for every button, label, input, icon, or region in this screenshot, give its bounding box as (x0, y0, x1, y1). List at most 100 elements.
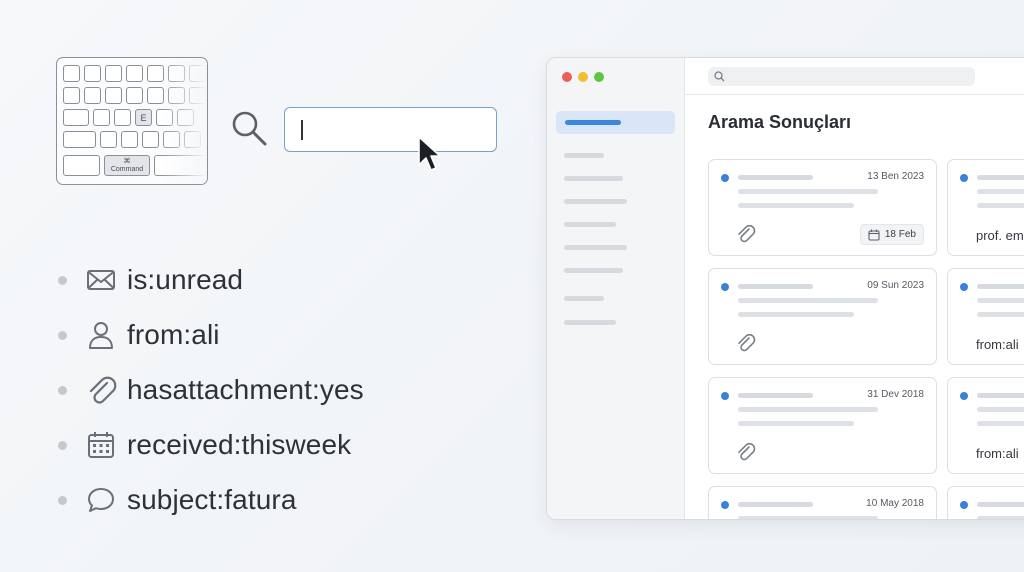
key (121, 131, 138, 148)
date-chip-label: 18 Feb (884, 229, 916, 240)
result-card[interactable] (947, 486, 1024, 519)
operator-text: from:ali (127, 319, 220, 350)
key (93, 109, 110, 126)
sidebar-item[interactable] (564, 268, 623, 273)
paperclip-icon (738, 333, 756, 352)
sidebar-item[interactable] (564, 296, 604, 301)
keyboard-row (63, 65, 206, 82)
sender-placeholder (977, 393, 1024, 398)
search-icon (714, 71, 725, 82)
keyboard-row (63, 131, 201, 148)
key (177, 109, 194, 126)
sender-placeholder (977, 502, 1024, 507)
sender-placeholder (977, 175, 1024, 180)
subject-placeholder (738, 298, 878, 303)
unread-dot (721, 501, 729, 509)
unread-dot (721, 392, 729, 400)
mouse-pointer-icon (418, 136, 441, 171)
chat-bubble-icon (85, 484, 117, 516)
bullet (58, 495, 67, 505)
paperclip-icon (738, 442, 756, 461)
calendar-icon (85, 429, 117, 461)
close-window-button[interactable] (562, 72, 572, 82)
key (126, 87, 143, 104)
operator-item: received:thisweek (58, 425, 351, 465)
key (105, 87, 122, 104)
key (142, 131, 159, 148)
result-snippet: from:ali (976, 337, 1019, 352)
result-date: 31 Dev 2018 (867, 389, 924, 400)
result-card[interactable]: 13 Ben 2023 18 Feb (708, 159, 937, 256)
unread-dot (721, 283, 729, 291)
command-symbol: ⌘ (123, 157, 131, 165)
key (114, 109, 131, 126)
operator-text: hasattachment:yes (127, 374, 364, 405)
mail-app-window: Arama Sonuçları 13 Ben 2023 18 Feb 09 Su… (546, 57, 1024, 520)
bullet (58, 275, 67, 285)
result-card[interactable]: 09 Sun 2023 (708, 268, 937, 365)
toolbar (685, 58, 1024, 95)
key (100, 131, 117, 148)
sidebar-item[interactable] (564, 176, 623, 181)
key (126, 65, 143, 82)
minimize-window-button[interactable] (578, 72, 588, 82)
key (147, 65, 164, 82)
subject-placeholder (738, 407, 878, 412)
mail-icon (85, 264, 117, 296)
key (84, 87, 101, 104)
bullet (58, 385, 67, 395)
text-caret (301, 120, 303, 140)
sidebar-item-active[interactable] (556, 111, 675, 134)
magnifier-icon (232, 111, 267, 146)
app-search-field[interactable] (708, 67, 975, 86)
sidebar-item[interactable] (564, 153, 604, 158)
sidebar-item[interactable] (564, 199, 627, 204)
operator-item: subject:fatura (58, 480, 297, 520)
sender-placeholder (738, 284, 813, 289)
subject-placeholder (977, 189, 1024, 194)
operator-text: is:unread (127, 264, 244, 295)
key (168, 87, 185, 104)
sidebar-item[interactable] (564, 245, 627, 250)
bullet (58, 440, 67, 450)
key (189, 87, 206, 104)
result-card[interactable]: 10 May 2018 (708, 486, 937, 519)
sender-placeholder (738, 175, 813, 180)
results-title: Arama Sonuçları (708, 112, 852, 132)
result-card[interactable]: 31 Dev 2018 (708, 377, 937, 474)
subject-placeholder (738, 189, 878, 194)
result-card[interactable]: from:ali (947, 377, 1024, 474)
search-input[interactable] (284, 107, 497, 152)
sender-placeholder (738, 502, 813, 507)
e-key: E (135, 109, 152, 126)
paperclip-icon (85, 374, 117, 406)
unread-dot (960, 174, 968, 182)
result-snippet: from:ali (976, 446, 1019, 461)
sidebar-item[interactable] (564, 222, 616, 227)
keyboard-row: ⌘ Command (63, 155, 207, 176)
date-chip: 18 Feb (859, 224, 924, 245)
unread-dot (960, 501, 968, 509)
key (63, 65, 80, 82)
sender-placeholder (738, 393, 813, 398)
operator-item: from:ali (58, 315, 220, 355)
sender-placeholder (977, 284, 1024, 289)
subject-placeholder (977, 407, 1024, 412)
operator-item: is:unread (58, 260, 243, 300)
maximize-window-button[interactable] (594, 72, 604, 82)
sidebar-item[interactable] (564, 320, 616, 325)
key (63, 87, 80, 104)
sidebar-item-label-placeholder (565, 120, 621, 125)
subject-placeholder (738, 516, 878, 519)
key (189, 65, 206, 82)
preview-placeholder (738, 203, 854, 208)
operator-text: subject:fatura (127, 484, 297, 515)
window-controls (562, 72, 604, 82)
preview-placeholder (977, 203, 1024, 208)
result-card[interactable]: from:ali (947, 268, 1024, 365)
operator-text: received:thisweek (127, 429, 352, 460)
key (163, 131, 180, 148)
bullet (58, 330, 67, 340)
key (168, 65, 185, 82)
result-card[interactable]: prof. em (947, 159, 1024, 256)
